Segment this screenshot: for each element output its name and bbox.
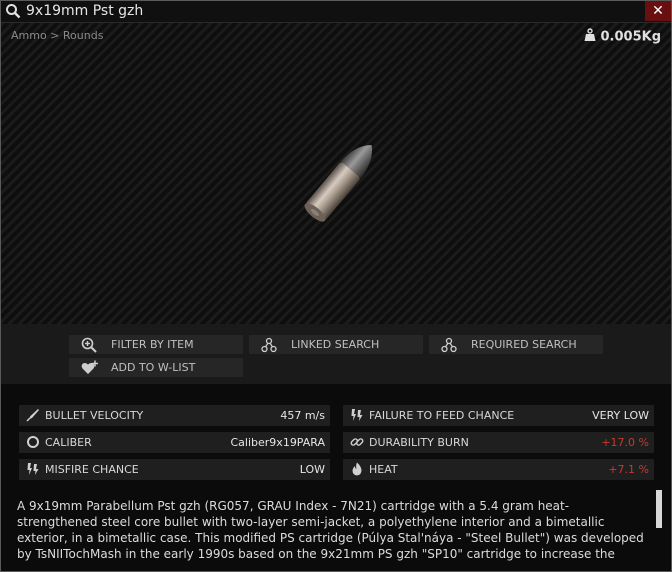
chain-link-icon — [350, 435, 364, 449]
stat-durability-burn: DURABILITY BURN +17.0 % — [343, 432, 654, 453]
stat-label: MISFIRE CHANCE — [45, 463, 139, 476]
description-panel[interactable]: A 9x19mm Parabellum Pst gzh (RG057, GRAU… — [1, 490, 671, 571]
item-weight: 0.005Kg — [584, 28, 662, 46]
item-preview: Ammo > Rounds 0.005Kg — [1, 23, 671, 324]
stat-label: DURABILITY BURN — [369, 436, 469, 449]
magnifier-plus-icon — [81, 337, 97, 353]
search-icon — [5, 3, 21, 19]
stat-value: +7.1 % — [608, 463, 649, 476]
filter-by-item-button[interactable]: FILTER BY ITEM — [69, 335, 243, 354]
network-icon — [261, 337, 277, 353]
stat-misfire-chance: MISFIRE CHANCE LOW — [19, 459, 330, 480]
required-search-button[interactable]: REQUIRED SEARCH — [429, 335, 603, 354]
window-title: 9x19mm Pst gzh — [26, 3, 144, 19]
add-to-wishlist-label: ADD TO W-LIST — [111, 361, 196, 374]
linked-search-label: LINKED SEARCH — [291, 338, 380, 351]
breadcrumb[interactable]: Ammo > Rounds — [11, 29, 103, 42]
stat-heat: HEAT +7.1 % — [343, 459, 654, 480]
scrollbar-thumb[interactable] — [656, 490, 662, 528]
add-to-wishlist-button[interactable]: ADD TO W-LIST — [69, 358, 243, 377]
stat-value: VERY LOW — [592, 409, 649, 422]
flame-icon — [350, 462, 364, 476]
stat-label: FAILURE TO FEED CHANCE — [369, 409, 515, 422]
caliber-icon — [26, 435, 40, 449]
stat-label: HEAT — [369, 463, 398, 476]
heart-plus-icon — [81, 360, 98, 376]
stat-value: 457 m/s — [280, 409, 325, 422]
stat-label: CALIBER — [45, 436, 92, 449]
close-button[interactable]: ✕ — [645, 1, 671, 21]
bullet-image — [291, 139, 381, 243]
stats-panel: BULLET VELOCITY 457 m/s CALIBER Caliber9… — [1, 384, 671, 488]
network-icon — [441, 337, 457, 353]
stat-label: BULLET VELOCITY — [45, 409, 144, 422]
stat-value: LOW — [299, 463, 325, 476]
item-inspect-window: 9x19mm Pst gzh ✕ Ammo > Rounds 0.005Kg F… — [0, 0, 672, 572]
filter-by-item-label: FILTER BY ITEM — [111, 338, 194, 351]
stat-failure-to-feed: FAILURE TO FEED CHANCE VERY LOW — [343, 405, 654, 426]
weight-value: 0.005Kg — [600, 29, 662, 45]
weight-icon — [584, 28, 596, 46]
title-bar[interactable]: 9x19mm Pst gzh ✕ — [1, 1, 671, 23]
stat-value: Caliber9x19PARA — [230, 436, 326, 449]
stat-bullet-velocity: BULLET VELOCITY 457 m/s — [19, 405, 330, 426]
stat-caliber: CALIBER Caliber9x19PARA — [19, 432, 330, 453]
misfire-icon — [26, 462, 40, 476]
item-description: A 9x19mm Parabellum Pst gzh (RG057, GRAU… — [17, 499, 644, 561]
bullet-velocity-icon — [26, 408, 40, 422]
stat-value: +17.0 % — [601, 436, 649, 449]
required-search-label: REQUIRED SEARCH — [471, 338, 577, 351]
linked-search-button[interactable]: LINKED SEARCH — [249, 335, 423, 354]
action-bar: FILTER BY ITEM LINKED SEARCH REQUIRED SE… — [1, 324, 671, 384]
failure-to-feed-icon — [350, 408, 364, 422]
